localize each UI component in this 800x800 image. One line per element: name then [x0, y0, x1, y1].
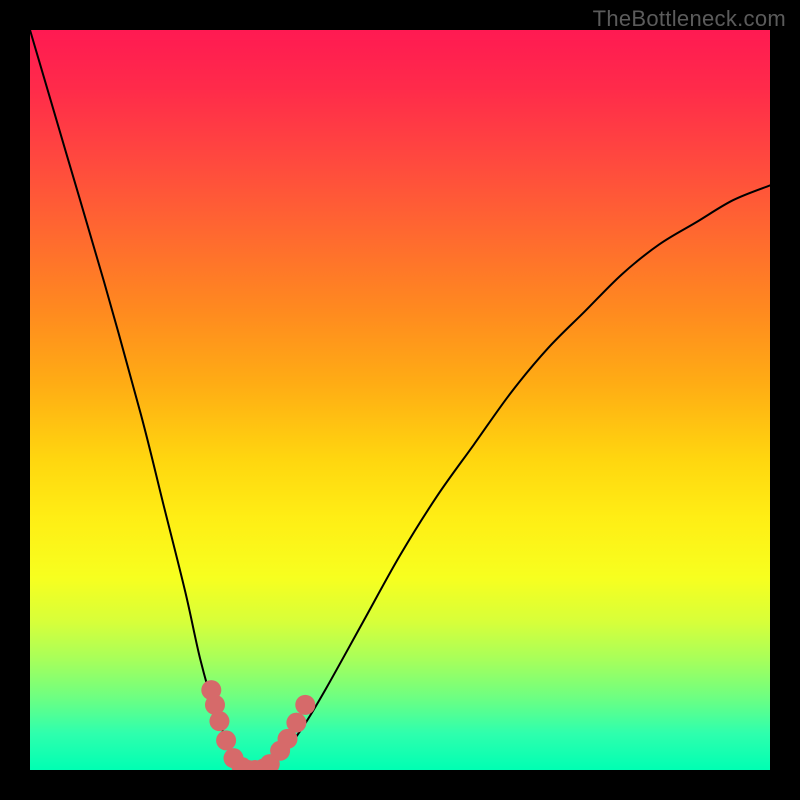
marker-group	[201, 680, 315, 770]
curve-svg	[30, 30, 770, 770]
highlight-dot	[209, 711, 229, 731]
highlight-dot	[216, 730, 236, 750]
plot-area	[30, 30, 770, 770]
watermark-text: TheBottleneck.com	[593, 6, 786, 32]
highlight-dot	[295, 695, 315, 715]
chart-frame: TheBottleneck.com	[0, 0, 800, 800]
bottleneck-curve-path	[30, 30, 770, 770]
highlight-dot	[286, 713, 306, 733]
